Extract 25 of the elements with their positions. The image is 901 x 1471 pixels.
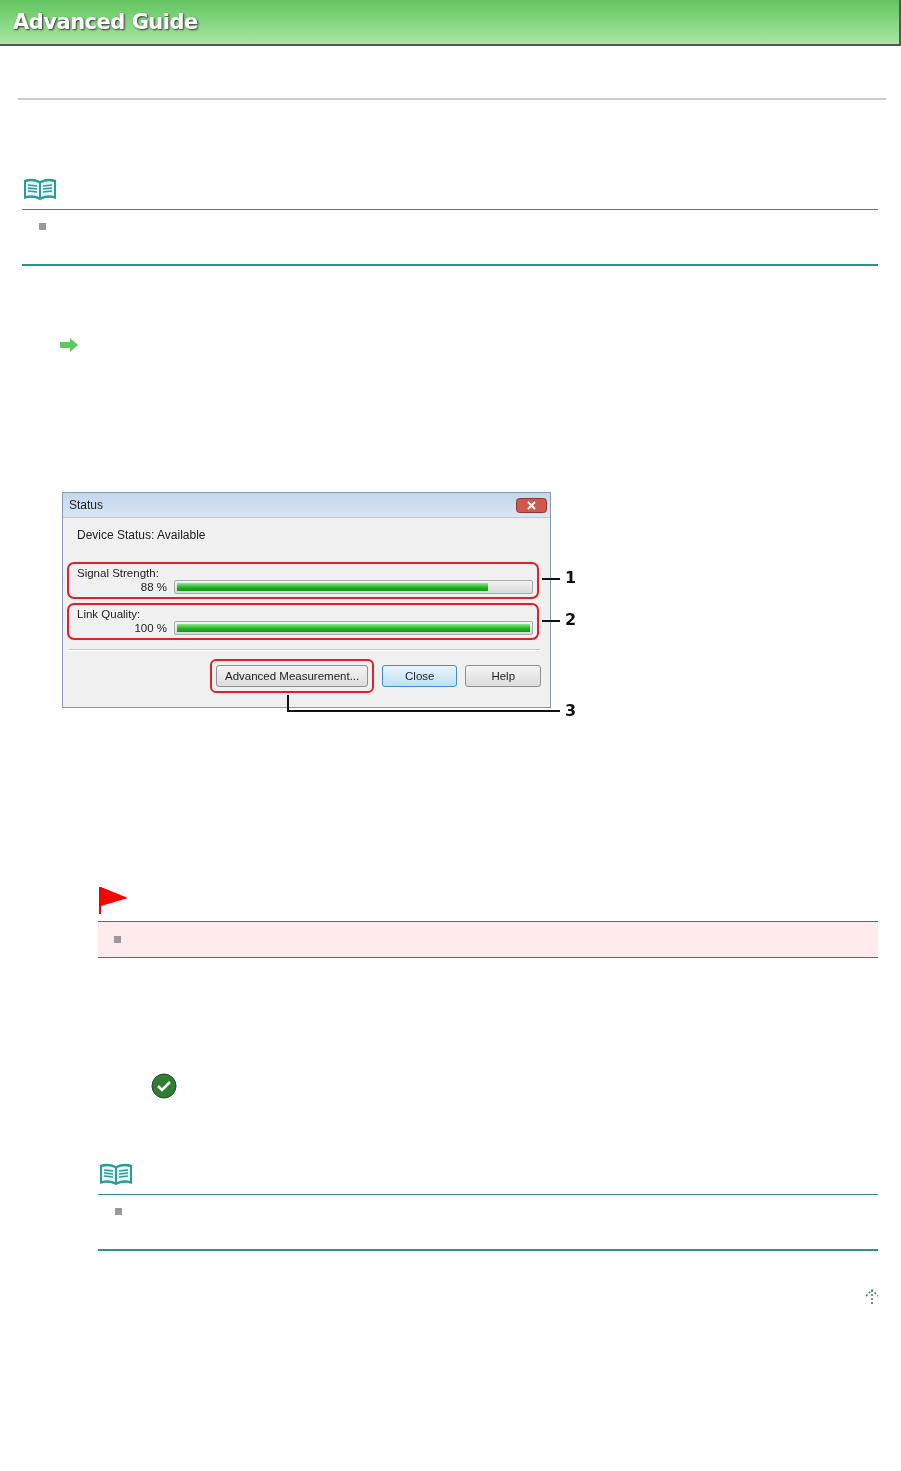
callout-number: 1	[565, 570, 577, 586]
dialog-button[interactable]: Close	[382, 665, 458, 687]
bullet-icon	[114, 936, 121, 943]
device-status: Device Status: Available	[77, 528, 207, 542]
bullet-icon	[39, 223, 46, 230]
meter-label: Signal Strength:	[77, 567, 160, 579]
bullet-icon	[115, 1208, 122, 1215]
leader-line	[542, 578, 560, 580]
flag-icon	[98, 886, 130, 914]
callout-number: 2	[565, 612, 577, 628]
arrow-icon	[60, 338, 78, 352]
header-title: Advanced Guide	[13, 10, 198, 34]
dialog-button[interactable]: Advanced Measurement...	[216, 665, 369, 687]
window-title: Status	[69, 498, 104, 512]
note-icon	[98, 1162, 134, 1188]
dialog-button[interactable]: Help	[465, 665, 542, 687]
callout-number: 3	[565, 703, 577, 719]
back-to-top-icon[interactable]	[865, 1289, 879, 1307]
note-icon	[22, 177, 58, 203]
leader-line	[542, 620, 560, 622]
meter-reading: 100 %	[133, 622, 167, 634]
check-icon	[151, 1073, 177, 1099]
meter-label: Link Quality:	[77, 608, 142, 620]
close-icon[interactable]	[516, 497, 547, 513]
meter-reading: 88 %	[139, 581, 167, 593]
